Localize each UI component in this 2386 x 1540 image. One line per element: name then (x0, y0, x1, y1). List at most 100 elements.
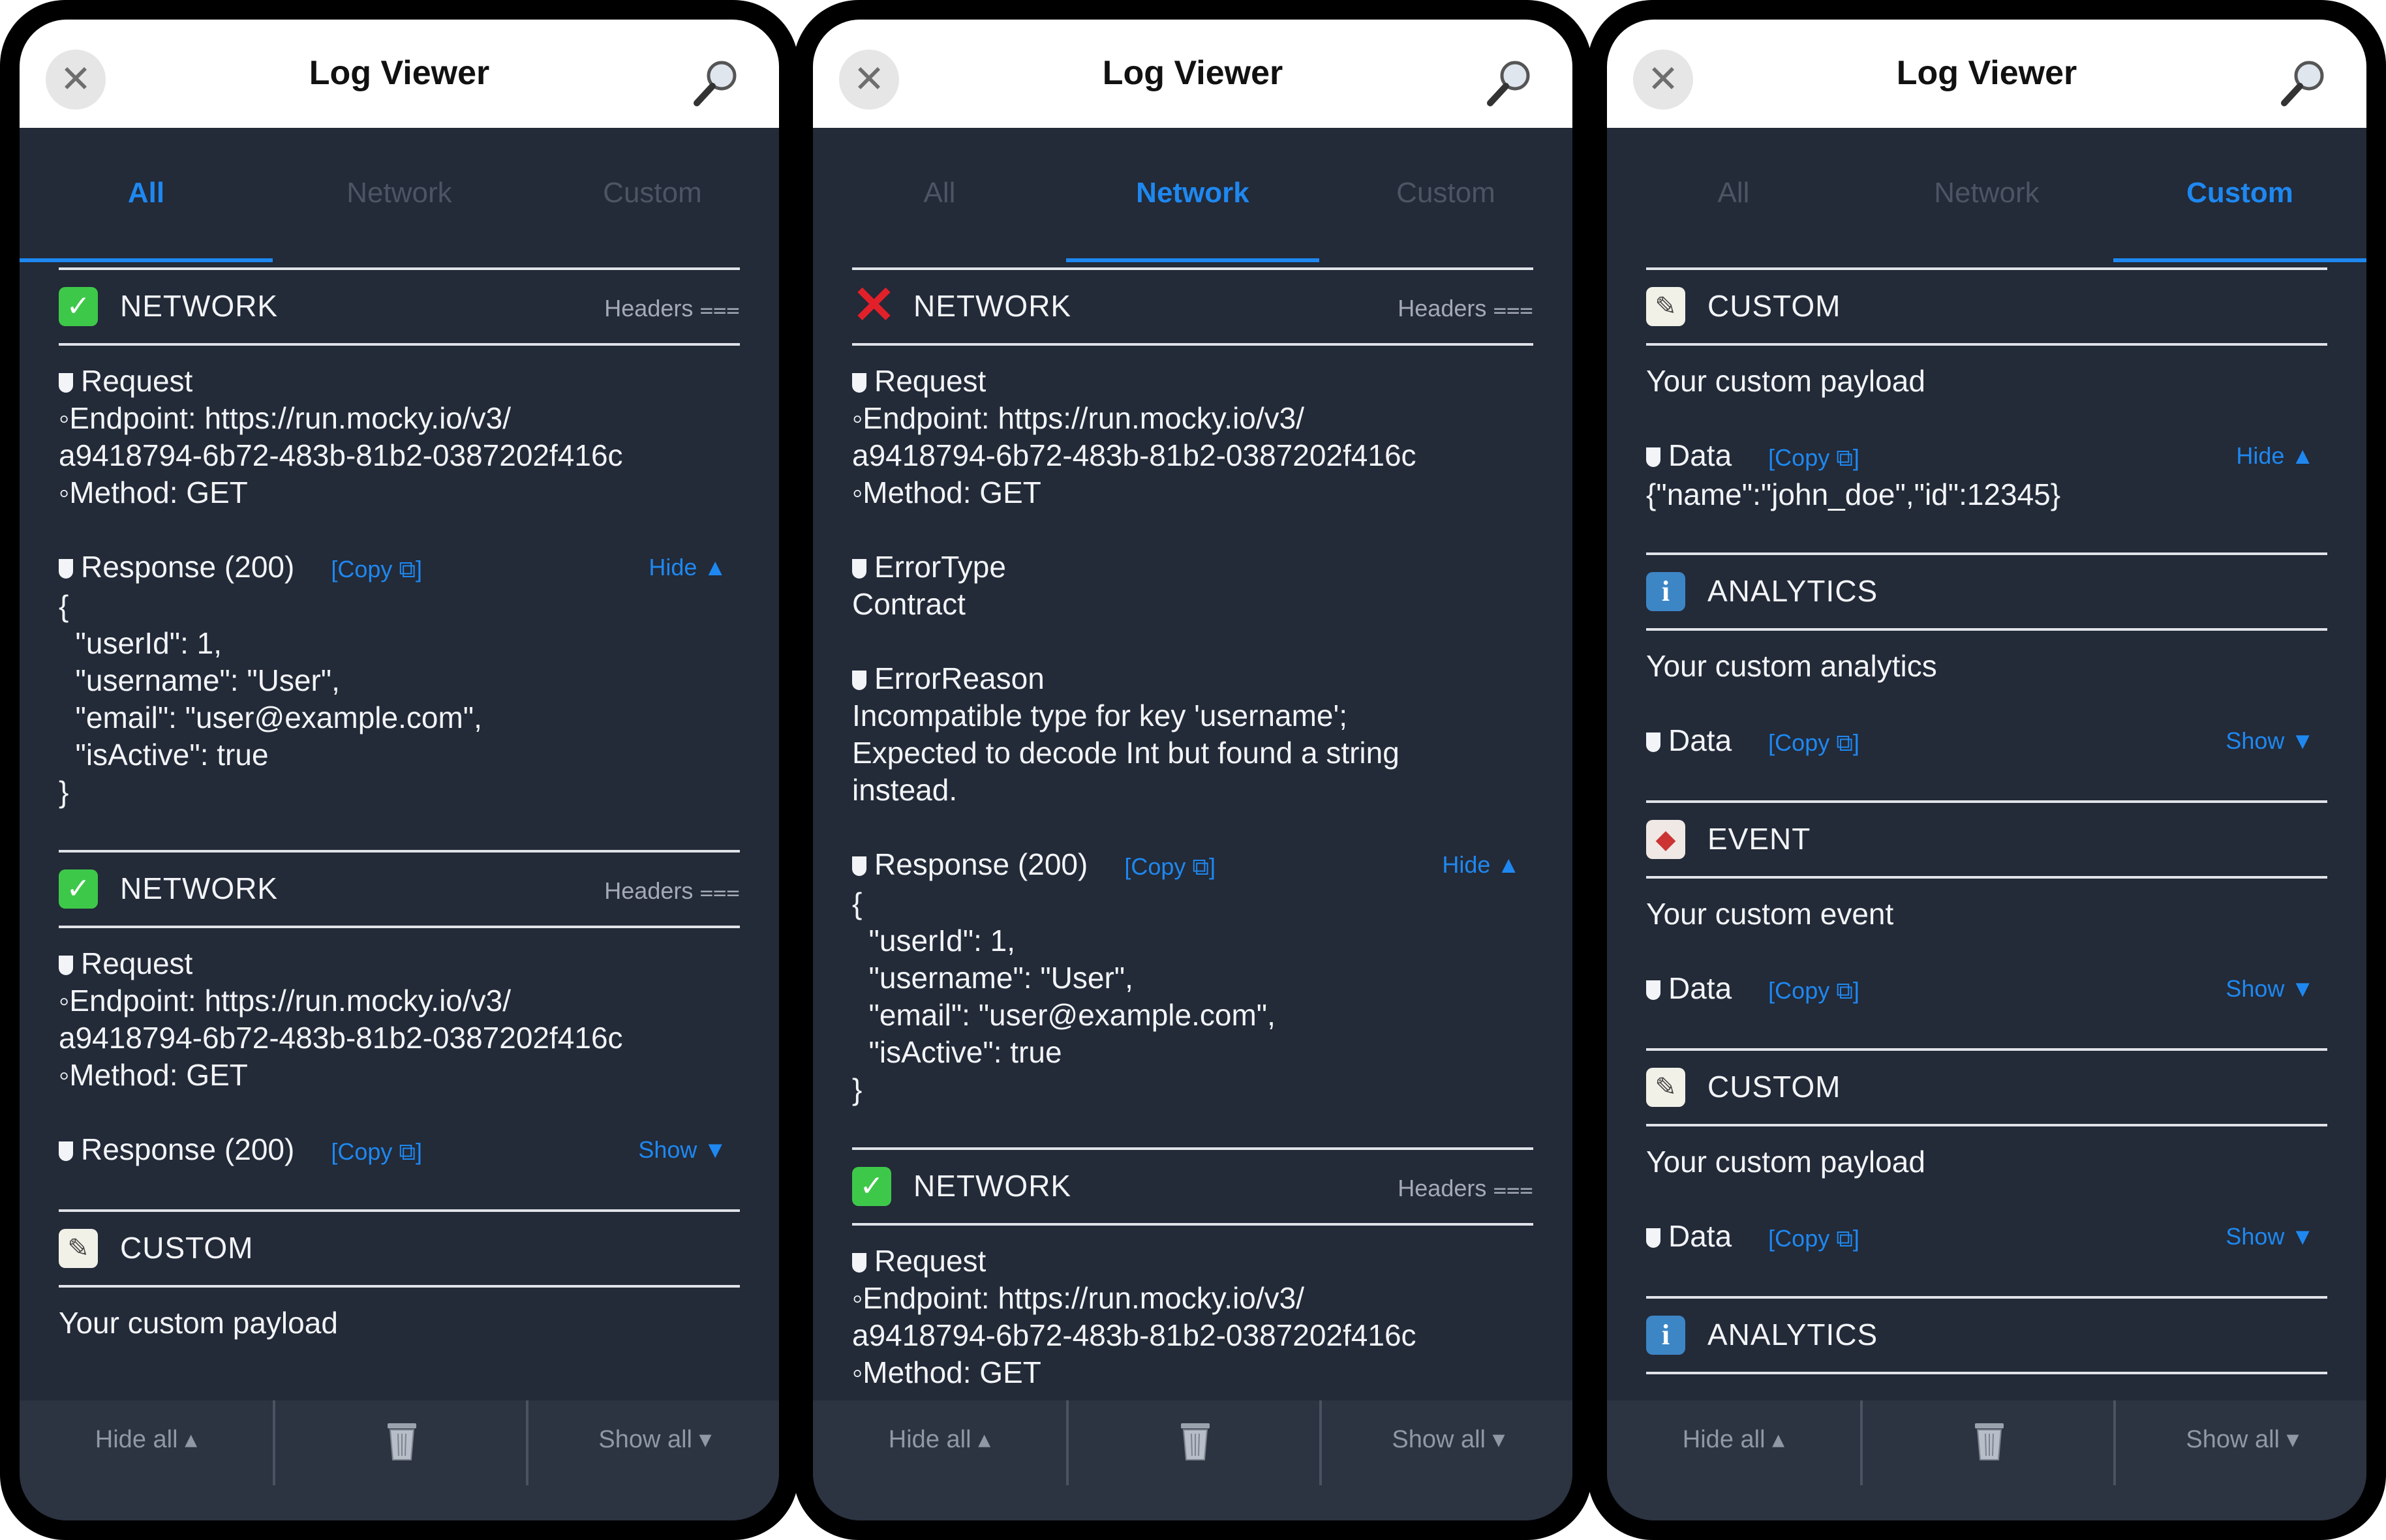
nav-bar: ✕ Log Viewer (1607, 20, 2366, 128)
json-line: "email": "user@example.com", (852, 998, 1276, 1032)
bottom-toolbar: Hide all ▴ Show all ▾ (1607, 1400, 2366, 1520)
custom-message: Your custom payload (1646, 1145, 1925, 1179)
log-body: Your custom payload (59, 1288, 740, 1381)
bullet-icon (852, 671, 866, 690)
tab-custom[interactable]: Custom (2113, 128, 2366, 262)
show-all-button[interactable]: Show all ▾ (1319, 1400, 1572, 1485)
show-all-button[interactable]: Show all ▾ (525, 1400, 779, 1485)
log-type-label: CUSTOM (1707, 1070, 1841, 1104)
bullet-icon (852, 559, 866, 579)
show-button[interactable]: Show ▼ (638, 1131, 727, 1168)
log-body: Request ◦Endpoint: https://run.mocky.io/… (852, 1226, 1533, 1400)
log-body: Your custom event Data [Copy ⧉] Show ▼ (1646, 879, 2327, 1048)
headers-button[interactable]: Headers ⩶ (604, 877, 740, 905)
screen: ✕ Log Viewer All Network Custom ✕ NETWOR… (813, 20, 1572, 1520)
show-button[interactable]: Show ▼ (2225, 722, 2314, 759)
bullet-icon (852, 1253, 866, 1273)
endpoint-id-line: a9418794-6b72-483b-81b2-0387202f416c (852, 1318, 1416, 1352)
error-type-label: ErrorType (874, 550, 1006, 584)
bullet-icon (59, 559, 73, 579)
copy-button[interactable]: [Copy ⧉] (331, 1138, 422, 1165)
trash-button[interactable] (1065, 1400, 1322, 1485)
custom-message: Your custom analytics (1646, 649, 1937, 683)
log-header-custom: ✎ CUSTOM (1646, 1048, 2327, 1126)
tab-custom[interactable]: Custom (526, 128, 779, 262)
bullet-icon (852, 373, 866, 393)
custom-message: Your custom event (1646, 897, 1894, 931)
log-list[interactable]: ✓ NETWORK Headers ⩶ Request ◦Endpoint: h… (59, 267, 740, 1400)
log-type-label: ANALYTICS (1707, 1318, 1878, 1351)
check-icon: ✓ (59, 287, 98, 326)
tab-network[interactable]: Network (273, 128, 526, 262)
page-title: Log Viewer (1102, 54, 1283, 92)
endpoint-id-line: a9418794-6b72-483b-81b2-0387202f416c (59, 1021, 623, 1055)
log-header-event: ◆ EVENT (1646, 800, 2327, 879)
json-line: "username": "User", (59, 663, 340, 697)
tab-bar: All Network Custom (20, 128, 779, 262)
headers-button[interactable]: Headers ⩶ (1398, 295, 1533, 323)
tab-custom[interactable]: Custom (1319, 128, 1572, 262)
bullet-icon (852, 856, 866, 876)
bottom-toolbar: Hide all ▴ Show all ▾ (20, 1400, 779, 1520)
log-type-label: NETWORK (120, 871, 279, 905)
tab-network[interactable]: Network (1860, 128, 2113, 262)
bullet-icon (1646, 1228, 1660, 1248)
headers-button[interactable]: Headers ⩶ (604, 295, 740, 323)
info-icon: i (1646, 1316, 1685, 1355)
method-line: ◦Method: GET (59, 1058, 248, 1092)
json-line: "isActive": true (59, 738, 269, 772)
bullet-icon (1646, 447, 1660, 467)
hide-button[interactable]: Hide ▲ (2236, 437, 2314, 474)
response-label: Response (200) (874, 847, 1088, 881)
trash-button[interactable] (272, 1400, 528, 1485)
hide-button[interactable]: Hide ▲ (1442, 846, 1520, 883)
tab-all[interactable]: All (1607, 128, 1860, 262)
screen: ✕ Log Viewer All Network Custom ✎ CUSTOM… (1607, 20, 2366, 1520)
info-icon: i (1646, 572, 1685, 611)
copy-button[interactable]: [Copy ⧉] (1768, 729, 1859, 756)
headers-button[interactable]: Headers ⩶ (1398, 1175, 1533, 1203)
json-line: "username": "User", (852, 961, 1133, 995)
copy-button[interactable]: [Copy ⧉] (331, 556, 422, 582)
log-list[interactable]: ✎ CUSTOM Your custom payload Data [Copy ⧉… (1646, 267, 2327, 1400)
trash-icon (387, 1423, 416, 1460)
show-all-button[interactable]: Show all ▾ (2113, 1400, 2366, 1485)
copy-button[interactable]: [Copy ⧉] (1768, 1225, 1859, 1252)
phone-all-tab: ✕ Log Viewer All Network Custom ✓ NETWOR… (0, 0, 799, 1540)
hide-all-button[interactable]: Hide all ▴ (20, 1400, 273, 1485)
bullet-icon (1646, 980, 1660, 1000)
hide-all-button[interactable]: Hide all ▴ (1607, 1400, 1860, 1485)
hide-all-button[interactable]: Hide all ▴ (813, 1400, 1066, 1485)
log-type-label: CUSTOM (120, 1231, 254, 1265)
check-icon: ✓ (59, 869, 98, 909)
hide-button[interactable]: Hide ▲ (649, 549, 727, 586)
tab-all[interactable]: All (813, 128, 1066, 262)
show-button[interactable]: Show ▼ (2225, 1218, 2314, 1255)
log-list[interactable]: ✕ NETWORK Headers ⩶ Request ◦Endpoint: h… (852, 267, 1533, 1400)
magnifier-icon[interactable] (1484, 56, 1536, 108)
response-label: Response (200) (81, 550, 295, 584)
show-button[interactable]: Show ▼ (2225, 970, 2314, 1007)
json-line: "isActive": true (852, 1035, 1062, 1069)
trash-button[interactable] (1859, 1400, 2116, 1485)
magnifier-icon[interactable] (690, 56, 742, 108)
copy-button[interactable]: [Copy ⧉] (1768, 444, 1859, 471)
tab-bar: All Network Custom (1607, 128, 2366, 262)
log-header-network: ✕ NETWORK Headers ⩶ (852, 267, 1533, 346)
log-body: Request ◦Endpoint: https://run.mocky.io/… (852, 346, 1533, 1147)
log-type-label: EVENT (1707, 822, 1811, 856)
phone-custom-tab: ✕ Log Viewer All Network Custom ✎ CUSTOM… (1587, 0, 2386, 1540)
request-label: Request (874, 1244, 987, 1278)
copy-button[interactable]: [Copy ⧉] (1124, 853, 1216, 880)
memo-icon: ✎ (59, 1229, 98, 1268)
log-header-network: ✓ NETWORK Headers ⩶ (852, 1147, 1533, 1226)
log-body: Request ◦Endpoint: https://run.mocky.io/… (59, 346, 740, 850)
error-reason-line: Incompatible type for key 'username'; (852, 699, 1348, 732)
tab-all[interactable]: All (20, 128, 273, 262)
magnifier-icon[interactable] (2278, 56, 2330, 108)
bullet-icon (59, 1141, 73, 1161)
page-title: Log Viewer (309, 54, 490, 92)
tab-network[interactable]: Network (1065, 128, 1319, 262)
nav-bar: ✕ Log Viewer (20, 20, 779, 128)
copy-button[interactable]: [Copy ⧉] (1768, 977, 1859, 1004)
